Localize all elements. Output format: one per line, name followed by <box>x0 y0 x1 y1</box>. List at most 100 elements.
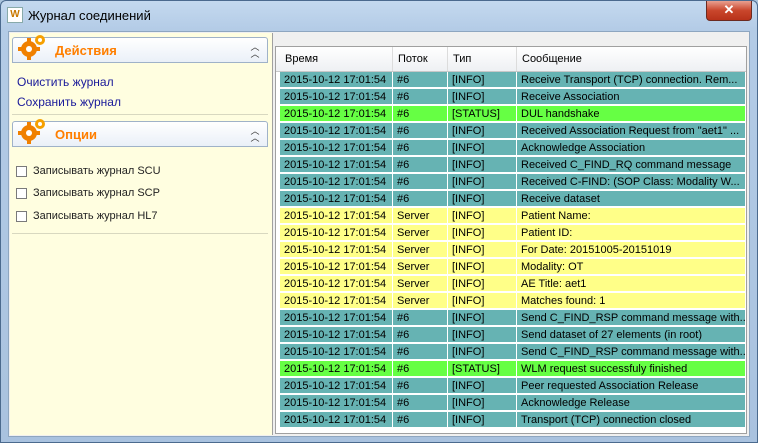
log-row[interactable]: 2015-10-12 17:01:54 #6 [INFO] Send C_FIND_R… <box>280 344 746 361</box>
cell-message: Send C_FIND_RSP command message with... <box>517 310 746 326</box>
cell-time: 2015-10-12 17:01:54 <box>280 361 393 377</box>
log-row[interactable]: 2015-10-12 17:01:54 #6 [INFO] Receive Assoc… <box>280 89 746 106</box>
log-row[interactable]: 2015-10-12 17:01:54 #6 [INFO] Received C_FI… <box>280 157 746 174</box>
log-row[interactable]: 2015-10-12 17:01:54 #6 [STATUS] DUL handsha… <box>280 106 746 123</box>
log-row[interactable]: 2015-10-12 17:01:54 #6 [STATUS] WLM request… <box>280 361 746 378</box>
cell-message: Received C-FIND: (SOP Class: Modality W.… <box>517 174 746 190</box>
app-icon: W <box>7 7 23 23</box>
log-scu-label: Записывать журнал SCU <box>33 165 161 177</box>
cell-message: Peer requested Association Release <box>517 378 746 394</box>
cell-message: Receive Transport (TCP) connection. Rem.… <box>517 72 746 88</box>
log-row[interactable]: 2015-10-12 17:01:54 Server [INFO] Modality:… <box>280 259 746 276</box>
cell-thread: Server <box>393 276 448 292</box>
cell-type: [STATUS] <box>448 106 517 122</box>
cell-thread: #6 <box>393 123 448 139</box>
cell-thread: #6 <box>393 310 448 326</box>
column-header-type[interactable]: Тип <box>448 47 517 71</box>
cell-type: [INFO] <box>448 344 517 360</box>
cell-message: Receive dataset <box>517 191 746 207</box>
cell-message: DUL handshake <box>517 106 746 122</box>
cell-thread: #6 <box>393 412 448 428</box>
cell-thread: #6 <box>393 106 448 122</box>
log-hl7-label: Записывать журнал HL7 <box>33 210 158 222</box>
actions-section-header[interactable]: Действия ︿ ︿ <box>12 35 268 63</box>
log-row[interactable]: 2015-10-12 17:01:54 #6 [INFO] Transport (TC… <box>280 412 746 429</box>
cell-time: 2015-10-12 17:01:54 <box>280 395 393 411</box>
section-divider <box>12 233 268 234</box>
log-scp-label: Записывать журнал SCP <box>33 187 160 199</box>
cell-time: 2015-10-12 17:01:54 <box>280 344 393 360</box>
log-row[interactable]: 2015-10-12 17:01:54 #6 [INFO] Acknowledge R… <box>280 395 746 412</box>
clear-log-link[interactable]: Очистить журнал <box>17 75 114 89</box>
cell-message: Matches found: 1 <box>517 293 746 309</box>
cell-thread: Server <box>393 225 448 241</box>
cell-type: [INFO] <box>448 225 517 241</box>
cell-time: 2015-10-12 17:01:54 <box>280 208 393 224</box>
cell-time: 2015-10-12 17:01:54 <box>280 174 393 190</box>
cell-thread: #6 <box>393 140 448 156</box>
title-bar[interactable]: W Журнал соединений ✕ <box>1 1 757 31</box>
save-log-link[interactable]: Сохранить журнал <box>17 95 121 109</box>
column-header-thread[interactable]: Поток <box>393 47 448 71</box>
gears-icon <box>18 35 45 60</box>
log-row[interactable]: 2015-10-12 17:01:54 #6 [INFO] Received C-FI… <box>280 174 746 191</box>
log-scp-checkbox[interactable] <box>16 188 27 199</box>
log-row[interactable]: 2015-10-12 17:01:54 Server [INFO] AE Title:… <box>280 276 746 293</box>
options-section-header[interactable]: Опции ︿ ︿ <box>12 119 268 147</box>
column-header-message[interactable]: Сообщение <box>517 47 746 71</box>
client-area: Действия ︿ ︿ Очистить журнал Сохранить жу… <box>8 31 750 437</box>
cell-thread: Server <box>393 259 448 275</box>
log-row[interactable]: 2015-10-12 17:01:54 Server [INFO] For Date:… <box>280 242 746 259</box>
cell-type: [INFO] <box>448 89 517 105</box>
cell-time: 2015-10-12 17:01:54 <box>280 123 393 139</box>
cell-message: For Date: 20151005-20151019 <box>517 242 746 258</box>
log-row[interactable]: 2015-10-12 17:01:54 #6 [INFO] Receive Trans… <box>280 72 746 89</box>
log-scu-checkbox[interactable] <box>16 166 27 177</box>
log-row[interactable]: 2015-10-12 17:01:54 Server [INFO] Patient I… <box>280 225 746 242</box>
cell-message: Acknowledge Association <box>517 140 746 156</box>
cell-time: 2015-10-12 17:01:54 <box>280 157 393 173</box>
collapse-chevron-icon[interactable]: ︿ ︿ <box>249 43 261 59</box>
cell-thread: #6 <box>393 361 448 377</box>
cell-message: Send C_FIND_RSP command message with... <box>517 344 746 360</box>
log-row[interactable]: 2015-10-12 17:01:54 Server [INFO] Matches f… <box>280 293 746 310</box>
cell-time: 2015-10-12 17:01:54 <box>280 106 393 122</box>
log-row[interactable]: 2015-10-12 17:01:54 #6 [INFO] Peer requeste… <box>280 378 746 395</box>
gears-icon <box>18 119 45 144</box>
cell-time: 2015-10-12 17:01:54 <box>280 89 393 105</box>
cell-type: [INFO] <box>448 174 517 190</box>
cell-message: Send dataset of 27 elements (in root) <box>517 327 746 343</box>
log-row[interactable]: 2015-10-12 17:01:54 #6 [INFO] Receive datas… <box>280 191 746 208</box>
collapse-chevron-icon[interactable]: ︿ ︿ <box>249 127 261 143</box>
cell-thread: #6 <box>393 72 448 88</box>
log-row[interactable]: 2015-10-12 17:01:54 #6 [INFO] Send C_FIND_R… <box>280 310 746 327</box>
options-section-title: Опции <box>55 127 97 142</box>
cell-time: 2015-10-12 17:01:54 <box>280 378 393 394</box>
log-row[interactable]: 2015-10-12 17:01:54 #6 [INFO] Send dataset … <box>280 327 746 344</box>
cell-type: [INFO] <box>448 293 517 309</box>
cell-thread: #6 <box>393 327 448 343</box>
log-row[interactable]: 2015-10-12 17:01:54 Server [INFO] Patient N… <box>280 208 746 225</box>
cell-thread: Server <box>393 208 448 224</box>
column-header-time[interactable]: Время <box>280 47 393 71</box>
cell-type: [INFO] <box>448 378 517 394</box>
log-row[interactable]: 2015-10-12 17:01:54 #6 [INFO] Acknowledge A… <box>280 140 746 157</box>
close-button[interactable]: ✕ <box>706 1 752 21</box>
cell-message: Acknowledge Release <box>517 395 746 411</box>
log-hl7-checkbox[interactable] <box>16 211 27 222</box>
cell-thread: #6 <box>393 174 448 190</box>
cell-type: [INFO] <box>448 276 517 292</box>
cell-type: [INFO] <box>448 412 517 428</box>
cell-message: Receive Association <box>517 89 746 105</box>
log-row[interactable]: 2015-10-12 17:01:54 #6 [INFO] Received Asso… <box>280 123 746 140</box>
cell-type: [INFO] <box>448 191 517 207</box>
cell-thread: Server <box>393 293 448 309</box>
log-grid[interactable]: Время Поток Тип Сообщение 2015-10-12 17:… <box>275 46 747 434</box>
window-title: Журнал соединений <box>28 8 151 23</box>
cell-type: [STATUS] <box>448 361 517 377</box>
cell-thread: #6 <box>393 191 448 207</box>
cell-type: [INFO] <box>448 208 517 224</box>
actions-section-title: Действия <box>55 43 117 58</box>
cell-type: [INFO] <box>448 140 517 156</box>
cell-type: [INFO] <box>448 310 517 326</box>
